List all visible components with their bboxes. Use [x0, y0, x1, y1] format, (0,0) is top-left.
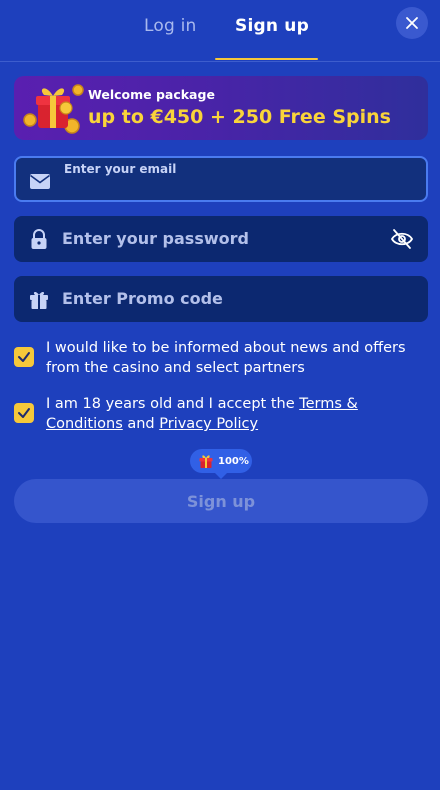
- lock-icon: [31, 229, 47, 249]
- password-field[interactable]: Enter your password: [14, 216, 428, 262]
- email-field[interactable]: Enter your email: [14, 156, 428, 202]
- age-consent-prefix: I am 18 years old and I accept the: [46, 396, 300, 412]
- password-placeholder: Enter your password: [62, 229, 249, 248]
- age-consent-text: I am 18 years old and I accept the Terms…: [46, 394, 430, 434]
- close-icon: [406, 17, 418, 29]
- gift-coins-icon: [23, 84, 84, 134]
- checkmark-icon: [18, 352, 30, 362]
- tab-signup[interactable]: Sign up: [235, 16, 309, 36]
- active-tab-indicator: [215, 58, 318, 60]
- checkmark-icon: [18, 408, 30, 418]
- age-consent-checkbox[interactable]: [14, 403, 34, 423]
- news-consent-text: I would like to be informed about news a…: [46, 340, 406, 376]
- gift-icon: [199, 455, 213, 468]
- age-consent-middle: and: [122, 416, 160, 432]
- close-button[interactable]: [396, 7, 428, 39]
- welcome-banner: Welcome package up to €450 + 250 Free Sp…: [14, 76, 428, 140]
- promo-code-field[interactable]: Enter Promo code: [14, 276, 428, 322]
- mail-icon: [30, 174, 50, 189]
- gift-icon: [30, 291, 48, 309]
- eye-off-icon[interactable]: [390, 227, 414, 251]
- auth-tabs: Log in Sign up: [0, 0, 440, 62]
- promo-placeholder: Enter Promo code: [62, 289, 223, 308]
- tab-login[interactable]: Log in: [144, 16, 196, 36]
- bonus-percent: 100%: [218, 455, 249, 467]
- news-consent-checkbox[interactable]: [14, 347, 34, 367]
- sign-up-button[interactable]: Sign up: [14, 479, 428, 523]
- privacy-link[interactable]: Privacy Policy: [159, 416, 258, 432]
- banner-subtitle: Welcome package: [88, 87, 215, 102]
- banner-offer: up to €450 + 250 Free Spins: [88, 106, 391, 128]
- email-label: Enter your email: [64, 162, 177, 176]
- bonus-percent-badge: 100%: [190, 449, 252, 479]
